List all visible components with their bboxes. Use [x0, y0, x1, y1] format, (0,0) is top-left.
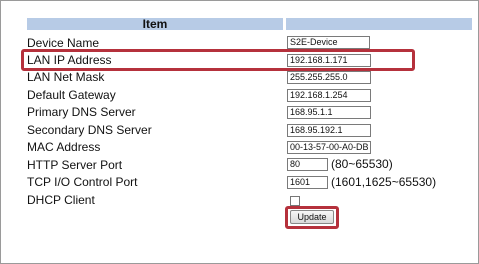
update-highlight-box	[285, 206, 339, 229]
http-port-range-hint: (80~65530)	[331, 157, 393, 171]
device-name-field[interactable]: S2E-Device	[287, 36, 370, 49]
http-port-field[interactable]: 80	[287, 158, 328, 171]
label-tcp-io-port: TCP I/O Control Port	[27, 175, 138, 189]
secondary-dns-field[interactable]: 168.95.192.1	[287, 124, 371, 137]
label-primary-dns: Primary DNS Server	[27, 105, 136, 119]
tcp-io-port-range-hint: (1601,1625~65530)	[331, 175, 437, 189]
label-device-name: Device Name	[27, 36, 100, 50]
label-default-gateway: Default Gateway	[27, 88, 116, 102]
table-header-item: Item	[27, 18, 283, 30]
lan-ip-highlight-box	[21, 49, 415, 71]
tcp-io-port-field[interactable]: 1601	[287, 176, 328, 189]
default-gateway-field[interactable]: 192.168.1.254	[287, 89, 371, 102]
table-header-value	[286, 18, 472, 30]
dhcp-client-checkbox[interactable]	[290, 196, 300, 206]
label-secondary-dns: Secondary DNS Server	[27, 123, 152, 137]
label-http-port: HTTP Server Port	[27, 158, 123, 172]
primary-dns-field[interactable]: 168.95.1.1	[287, 106, 371, 119]
label-mac-address: MAC Address	[27, 140, 101, 154]
label-dhcp-client: DHCP Client	[27, 193, 95, 207]
label-lan-net-mask: LAN Net Mask	[27, 70, 105, 84]
mac-address-field: 00-13-57-00-A0-DB	[287, 141, 371, 154]
lan-net-mask-field[interactable]: 255.255.255.0	[287, 71, 371, 84]
